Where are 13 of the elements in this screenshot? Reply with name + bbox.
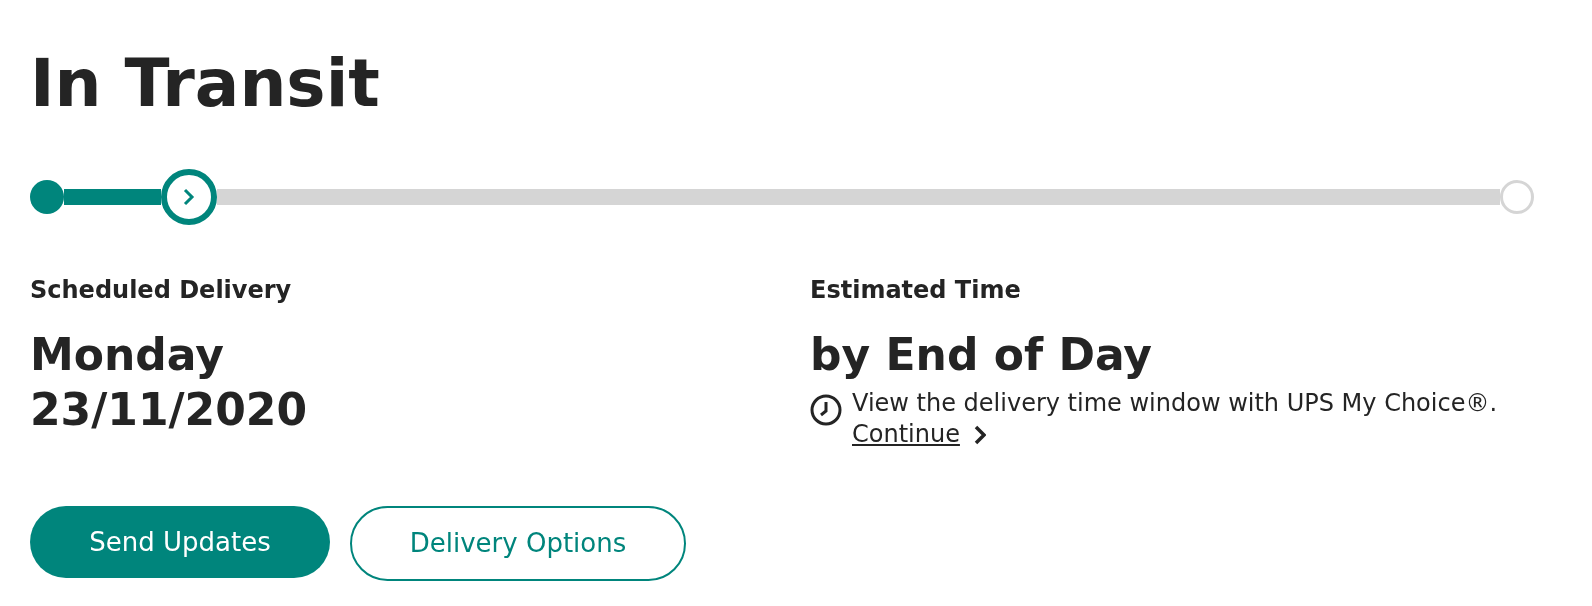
- page-title: In Transit: [30, 44, 381, 124]
- chevron-right-icon: [973, 424, 986, 445]
- delivery-date: 23/11/2020: [30, 383, 309, 437]
- clock-icon: [810, 394, 842, 426]
- chevron-right-icon: [181, 188, 196, 206]
- section-label: Estimated Time: [810, 275, 1022, 305]
- section-label: Scheduled Delivery: [30, 275, 293, 305]
- delivery-options-button[interactable]: Delivery Options: [350, 506, 686, 581]
- send-updates-button[interactable]: Send Updates: [30, 506, 330, 578]
- estimated-time: by End of Day: [810, 328, 1153, 382]
- info-text: View the delivery time window with UPS My Choice®.: [852, 388, 1498, 419]
- delivery-day: Monday: [30, 327, 810, 382]
- continue-link[interactable]: Continue: [852, 419, 986, 450]
